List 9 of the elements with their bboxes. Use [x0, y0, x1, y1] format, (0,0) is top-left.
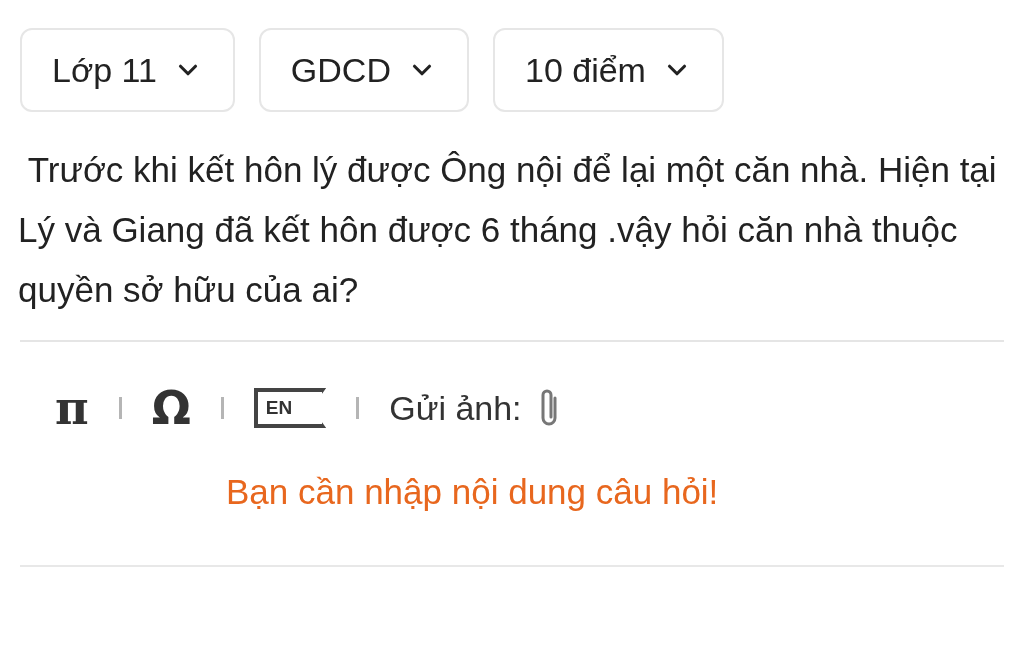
filter-dropdown[interactable]: 10 điểm — [492, 28, 724, 112]
math-symbol-button[interactable]: π — [55, 373, 89, 443]
special-character-button[interactable]: Ω — [151, 373, 191, 443]
filter-dropdown[interactable]: GDCD — [258, 28, 469, 112]
question-text: Trước khi kết hôn lý được Ông nội để lại một căn nhà. Hiện tại Lý và Giang đã kết hôn được 6 tháng .vậy hỏi căn nhà thuộc quyền sở hữu của ai? — [17, 149, 998, 311]
filter-dropdown[interactable]: Lớp 11 — [20, 28, 235, 112]
attach-image-label: Gửi ảnh: — [389, 387, 522, 429]
error-message: Bạn cần nhập nội dung câu hỏi! — [225, 471, 720, 513]
language-toggle-button[interactable]: EN — [253, 388, 327, 428]
